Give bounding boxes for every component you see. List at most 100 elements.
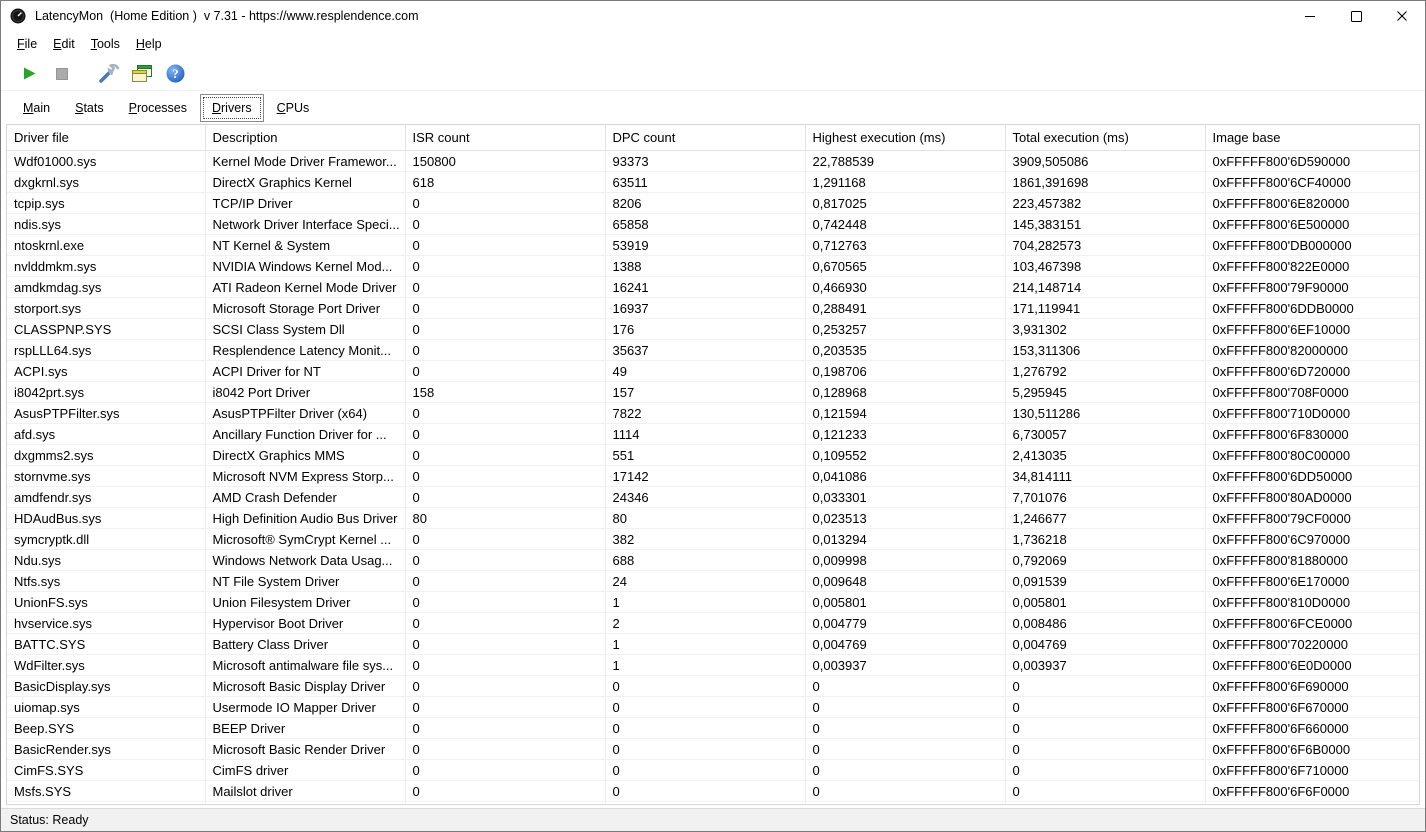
table-row[interactable]: Beep.SYSBEEP Driver00000xFFFFF800'6F6600… (7, 718, 1419, 739)
cell: 0xFFFFF800'6CF40000 (1205, 172, 1419, 193)
cell: 0,003937 (805, 655, 1005, 676)
maximize-button[interactable] (1333, 1, 1379, 31)
cell: 0 (605, 739, 805, 760)
cell: 0 (805, 718, 1005, 739)
cell: 0,817025 (805, 193, 1005, 214)
cell: Kernel Mode Driver Framewor... (205, 151, 405, 172)
column-header[interactable]: Highest execution (ms) (805, 125, 1005, 151)
cell: 0xFFFFF800'6FCE0000 (1205, 613, 1419, 634)
column-header[interactable]: Image base (1205, 125, 1419, 151)
tab-stats[interactable]: Stats (63, 94, 116, 122)
latencymon-gauge-icon (10, 8, 26, 24)
column-header[interactable]: Description (205, 125, 405, 151)
tab-main[interactable]: Main (11, 94, 62, 122)
cell: 157 (605, 382, 805, 403)
cell: 0 (405, 739, 605, 760)
table-row[interactable]: uiomap.sysUsermode IO Mapper Driver00000… (7, 697, 1419, 718)
table-row[interactable]: HDAudBus.sysHigh Definition Audio Bus Dr… (7, 508, 1419, 529)
close-button[interactable] (1379, 1, 1425, 31)
table-row[interactable]: ntoskrnl.exeNT Kernel & System0539190,71… (7, 235, 1419, 256)
column-header[interactable]: DPC count (605, 125, 805, 151)
cell: AsusPTPFilter.sys (7, 403, 205, 424)
cell: 0 (405, 718, 605, 739)
cell: nvlddmkm.sys (7, 256, 205, 277)
table-row[interactable]: nvlddmkm.sysNVIDIA Windows Kernel Mod...… (7, 256, 1419, 277)
options-button[interactable] (95, 61, 123, 87)
table-row[interactable]: CimFS.SYSCimFS driver00000xFFFFF800'6F71… (7, 760, 1419, 781)
table-row[interactable]: afd.sysAncillary Function Driver for ...… (7, 424, 1419, 445)
cell: 0xFFFFF800'6E0D0000 (1205, 655, 1419, 676)
cell: 0 (405, 466, 605, 487)
cell: 0,041086 (805, 466, 1005, 487)
tab-drivers[interactable]: Drivers (200, 94, 264, 122)
table-row[interactable]: Msfs.SYSMailslot driver00000xFFFFF800'6F… (7, 781, 1419, 802)
start-monitor-button[interactable] (15, 61, 43, 87)
table-row[interactable]: Wdf01000.sysKernel Mode Driver Framewor.… (7, 151, 1419, 172)
cell: 0xFFFFF800'6F6B0000 (1205, 739, 1419, 760)
cell: 0xFFFFF800'79CF0000 (1205, 508, 1419, 529)
column-header[interactable]: ISR count (405, 125, 605, 151)
cell: 551 (605, 445, 805, 466)
cell: 0 (405, 655, 605, 676)
table-row[interactable]: tcpip.sysTCP/IP Driver082060,817025223,4… (7, 193, 1419, 214)
table-row[interactable]: amdfendr.sysAMD Crash Defender0243460,03… (7, 487, 1419, 508)
column-header[interactable]: Driver file (7, 125, 205, 151)
cell: hvservice.sys (7, 613, 205, 634)
menu-item-help[interactable]: Help (128, 33, 170, 55)
cell: 0xFFFFF800'810D0000 (1205, 592, 1419, 613)
table-row[interactable]: rspLLL64.sysResplendence Latency Monit..… (7, 340, 1419, 361)
table-row[interactable]: hvservice.sysHypervisor Boot Driver020,0… (7, 613, 1419, 634)
toolbar-separator (81, 73, 95, 74)
table-row[interactable]: ACPI.sysACPI Driver for NT0490,1987061,2… (7, 361, 1419, 382)
table-row[interactable]: AsusPTPFilter.sysAsusPTPFilter Driver (x… (7, 403, 1419, 424)
cell: 1388 (605, 256, 805, 277)
table-row[interactable]: ndis.sysNetwork Driver Interface Speci..… (7, 214, 1419, 235)
table-row[interactable]: i8042prt.sysi8042 Port Driver1581570,128… (7, 382, 1419, 403)
cell: 103,467398 (1005, 256, 1205, 277)
cell: amdkmdag.sys (7, 277, 205, 298)
tab-cpus[interactable]: CPUs (265, 94, 322, 122)
cell: 0 (405, 361, 605, 382)
cell: 0 (405, 298, 605, 319)
cell: dxgmms2.sys (7, 445, 205, 466)
table-row[interactable]: UnionFS.sysUnion Filesystem Driver010,00… (7, 592, 1419, 613)
menu-item-edit[interactable]: Edit (45, 33, 83, 55)
table-row[interactable]: dxgmms2.sysDirectX Graphics MMS05510,109… (7, 445, 1419, 466)
cell: symcryptk.dll (7, 529, 205, 550)
table-row[interactable]: stornvme.sysMicrosoft NVM Express Storp.… (7, 466, 1419, 487)
windows-layout-button[interactable] (128, 61, 156, 87)
tab-processes[interactable]: Processes (117, 94, 199, 122)
cell: HDAudBus.sys (7, 508, 205, 529)
table-row[interactable]: dxgkrnl.sysDirectX Graphics Kernel618635… (7, 172, 1419, 193)
menu-bar: FileEditToolsHelp (1, 31, 1425, 57)
cell: 16937 (605, 298, 805, 319)
cell: 17142 (605, 466, 805, 487)
table-row[interactable]: Ndu.sysWindows Network Data Usag...06880… (7, 550, 1419, 571)
table-row[interactable]: storport.sysMicrosoft Storage Port Drive… (7, 298, 1419, 319)
cell: afd.sys (7, 424, 205, 445)
help-button[interactable]: ? (161, 61, 189, 87)
cell: 0 (405, 487, 605, 508)
cell: CimFS driver (205, 760, 405, 781)
table-row[interactable]: Npfs.SYSNPFS Driver00000xFFFFF800'6F6D00… (7, 802, 1419, 806)
table-row[interactable]: Ntfs.sysNT File System Driver0240,009648… (7, 571, 1419, 592)
table-row[interactable]: BasicDisplay.sysMicrosoft Basic Display … (7, 676, 1419, 697)
table-row[interactable]: WdFilter.sysMicrosoft antimalware file s… (7, 655, 1419, 676)
minimize-button[interactable] (1287, 1, 1333, 31)
cell: 0,009648 (805, 571, 1005, 592)
cell: 0xFFFFF800'710D0000 (1205, 403, 1419, 424)
menu-item-file[interactable]: File (9, 33, 45, 55)
cell: AsusPTPFilter Driver (x64) (205, 403, 405, 424)
window-controls (1287, 1, 1425, 31)
window-title: LatencyMon (Home Edition ) v 7.31 - http… (35, 9, 419, 23)
stop-monitor-button[interactable] (48, 61, 76, 87)
table-row[interactable]: CLASSPNP.SYSSCSI Class System Dll01760,2… (7, 319, 1419, 340)
menu-item-tools[interactable]: Tools (83, 33, 128, 55)
column-header[interactable]: Total execution (ms) (1005, 125, 1205, 151)
table-row[interactable]: BATTC.SYSBattery Class Driver010,0047690… (7, 634, 1419, 655)
table-row[interactable]: amdkmdag.sysATI Radeon Kernel Mode Drive… (7, 277, 1419, 298)
cell: Microsoft Basic Render Driver (205, 739, 405, 760)
cell: 0,792069 (1005, 550, 1205, 571)
table-row[interactable]: symcryptk.dllMicrosoft® SymCrypt Kernel … (7, 529, 1419, 550)
table-row[interactable]: BasicRender.sysMicrosoft Basic Render Dr… (7, 739, 1419, 760)
